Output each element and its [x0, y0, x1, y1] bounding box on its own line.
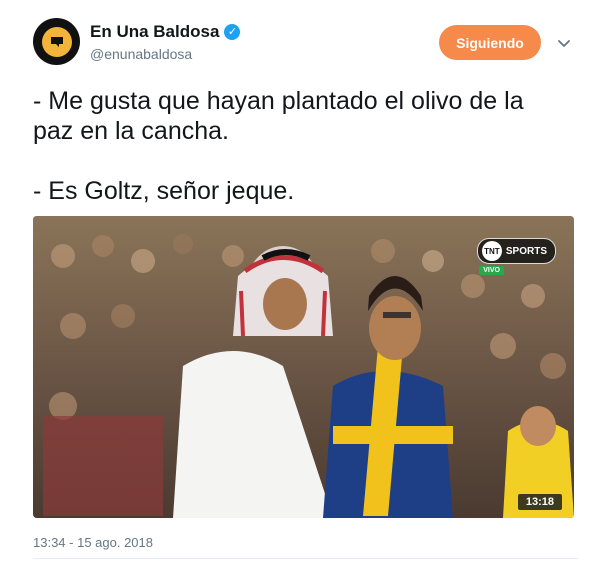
channel-logo: TNT SPORTS — [476, 238, 556, 264]
baldosa-logo-icon — [41, 26, 72, 57]
live-tag: VIVO — [479, 266, 504, 275]
channel-logo-text: SPORTS — [505, 245, 547, 257]
display-name[interactable]: En Una Baldosa ✓ — [90, 22, 241, 42]
chevron-down-icon[interactable] — [556, 35, 572, 51]
avatar[interactable] — [33, 18, 80, 65]
display-name-text: En Una Baldosa — [90, 22, 220, 41]
divider — [33, 558, 578, 559]
tweet-timestamp[interactable]: 13:34 - 15 ago. 2018 — [33, 535, 153, 550]
match-clock: 13:18 — [517, 494, 562, 510]
handle[interactable]: @enunabaldosa — [90, 46, 240, 62]
tnt-mark: TNT — [481, 241, 502, 261]
following-button[interactable]: Siguiendo — [439, 25, 541, 60]
tweet-media[interactable]: TNT SPORTS VIVO 13:18 — [33, 216, 574, 518]
verified-badge-icon: ✓ — [224, 24, 241, 40]
author-info[interactable]: En Una Baldosa ✓ @enunabaldosa — [90, 22, 241, 62]
tweet-header: En Una Baldosa ✓ @enunabaldosa Siguiendo — [33, 18, 578, 68]
tweet-text: - Me gusta que hayan plantado el olivo d… — [33, 87, 524, 205]
